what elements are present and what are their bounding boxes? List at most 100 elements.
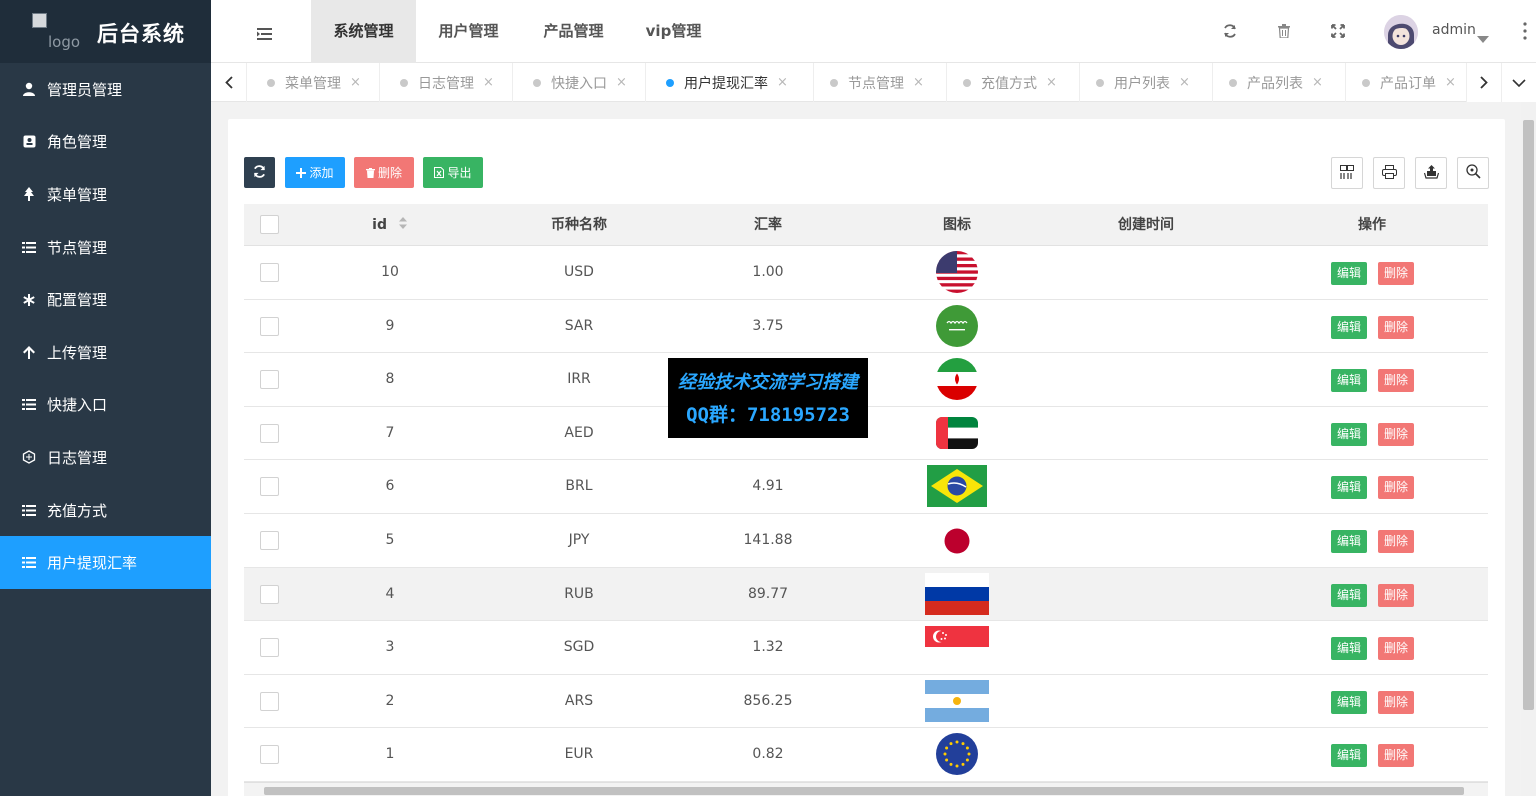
search-toggle-button[interactable] xyxy=(1457,157,1489,189)
tab-users[interactable]: 用户管理 xyxy=(416,0,521,63)
table-row[interactable]: 5 JPY 141.88 编辑 删除 xyxy=(244,514,1488,568)
delete-button[interactable]: 删除 xyxy=(354,157,414,188)
row-delete-button[interactable]: 删除 xyxy=(1378,583,1414,607)
row-checkbox[interactable] xyxy=(260,370,279,390)
table-row[interactable]: 3 SGD 1.32 编辑 删除 xyxy=(244,621,1488,675)
tabs-scroll-left-icon[interactable] xyxy=(211,63,247,102)
row-delete-button[interactable]: 删除 xyxy=(1378,315,1414,339)
print-button[interactable] xyxy=(1373,157,1405,189)
fullscreen-icon[interactable] xyxy=(1329,22,1347,40)
row-delete-button[interactable]: 删除 xyxy=(1378,262,1414,285)
row-delete-button[interactable]: 删除 xyxy=(1378,476,1414,500)
chevron-down-icon[interactable] xyxy=(1477,28,1489,47)
table-row[interactable]: 10 USD 1.00 编辑 删除 xyxy=(244,246,1488,300)
sort-icon[interactable] xyxy=(398,204,408,246)
row-delete-button[interactable]: 删除 xyxy=(1378,744,1414,768)
sidebar-item-upload[interactable]: 上传管理 xyxy=(0,326,211,379)
tab-node-manage[interactable]: 节点管理 × xyxy=(814,63,947,102)
table-row[interactable]: 6 BRL 4.91 编辑 删除 xyxy=(244,460,1488,514)
sidebar-item-recharge[interactable]: 充值方式 xyxy=(0,484,211,537)
avatar[interactable] xyxy=(1384,15,1418,49)
row-checkbox[interactable] xyxy=(260,477,279,497)
sidebar-item-log[interactable]: 日志管理 xyxy=(0,431,211,484)
tab-product-list[interactable]: 产品列表 × xyxy=(1213,63,1346,102)
edit-button[interactable]: 编辑 xyxy=(1331,476,1367,500)
sidebar-item-node[interactable]: 节点管理 xyxy=(0,221,211,274)
sidebar-item-admin[interactable]: 管理员管理 xyxy=(0,63,211,116)
eu-flag-icon xyxy=(936,733,978,779)
close-icon[interactable]: × xyxy=(777,75,788,90)
row-checkbox[interactable] xyxy=(260,691,279,711)
edit-button[interactable]: 编辑 xyxy=(1331,369,1367,393)
row-delete-button[interactable]: 删除 xyxy=(1378,637,1414,661)
edit-button[interactable]: 编辑 xyxy=(1331,690,1367,714)
edit-button[interactable]: 编辑 xyxy=(1331,262,1367,285)
tab-recharge[interactable]: 充值方式 × xyxy=(947,63,1080,102)
tabs-scroll-right-icon[interactable] xyxy=(1466,63,1501,102)
table-row[interactable]: 4 RUB 89.77 编辑 删除 xyxy=(244,567,1488,622)
edit-button[interactable]: 编辑 xyxy=(1331,422,1367,446)
edit-button[interactable]: 编辑 xyxy=(1331,530,1367,553)
tab-vip[interactable]: vip管理 xyxy=(626,0,721,63)
edit-button[interactable]: 编辑 xyxy=(1331,315,1367,339)
row-checkbox[interactable] xyxy=(260,745,279,765)
edit-button[interactable]: 编辑 xyxy=(1331,637,1367,661)
sidebar-item-label: 充值方式 xyxy=(47,501,108,520)
scrollbar-thumb[interactable] xyxy=(264,787,1464,795)
sidebar-item-menu[interactable]: 菜单管理 xyxy=(0,168,211,221)
sidebar-item-shortcut[interactable]: 快捷入口 xyxy=(0,379,211,432)
refresh-icon[interactable] xyxy=(1221,22,1239,40)
sidebar-item-role[interactable]: 角色管理 xyxy=(0,116,211,169)
row-checkbox[interactable] xyxy=(260,531,279,550)
sidebar-item-label: 角色管理 xyxy=(47,133,108,152)
close-icon[interactable]: × xyxy=(1445,75,1456,90)
table-row[interactable]: 1 EUR 0.82 编辑 删除 xyxy=(244,728,1488,782)
tab-menu-manage[interactable]: 菜单管理 × xyxy=(247,63,380,102)
refresh-table-button[interactable] xyxy=(244,157,275,188)
trash-icon[interactable] xyxy=(1275,22,1293,40)
select-all-checkbox[interactable] xyxy=(260,215,279,234)
tab-system[interactable]: 系统管理 xyxy=(311,0,416,63)
close-icon[interactable]: × xyxy=(350,75,361,90)
tab-product-orders[interactable]: 产品订单 × xyxy=(1346,63,1466,102)
tab-log-manage[interactable]: 日志管理 × xyxy=(380,63,513,102)
sidebar-item-config[interactable]: 配置管理 xyxy=(0,273,211,326)
tab-products[interactable]: 产品管理 xyxy=(521,0,626,63)
close-icon[interactable]: × xyxy=(1179,75,1190,90)
row-delete-button[interactable]: 删除 xyxy=(1378,422,1414,446)
tab-user-list[interactable]: 用户列表 × xyxy=(1080,63,1213,102)
row-checkbox[interactable] xyxy=(260,423,279,443)
sidebar-item-withdraw-rate[interactable]: 用户提现汇率 xyxy=(0,536,211,589)
row-delete-button[interactable]: 删除 xyxy=(1378,530,1414,553)
tab-withdraw-rate[interactable]: 用户提现汇率 × xyxy=(646,63,814,102)
row-checkbox[interactable] xyxy=(260,584,279,604)
column-header-id[interactable]: id xyxy=(296,204,484,246)
vertical-scrollbar[interactable] xyxy=(1521,102,1536,796)
tabs-menu-chevron-down-icon[interactable] xyxy=(1501,63,1536,102)
close-icon[interactable]: × xyxy=(1312,75,1323,90)
tab-shortcut[interactable]: 快捷入口 × xyxy=(513,63,646,102)
columns-toggle-button[interactable] xyxy=(1331,157,1363,189)
row-checkbox[interactable] xyxy=(260,638,279,658)
export-button[interactable]: 导出 xyxy=(423,157,483,188)
row-checkbox[interactable] xyxy=(260,316,279,336)
tab-dot xyxy=(267,78,275,87)
table-row[interactable]: 2 ARS 856.25 编辑 删除 xyxy=(244,674,1488,729)
row-checkbox[interactable] xyxy=(260,263,279,282)
row-delete-button[interactable]: 删除 xyxy=(1378,369,1414,393)
scrollbar-thumb[interactable] xyxy=(1523,120,1534,710)
edit-button[interactable]: 编辑 xyxy=(1331,744,1367,768)
user-name[interactable]: admin xyxy=(1432,22,1476,38)
row-delete-button[interactable]: 删除 xyxy=(1378,690,1414,714)
add-button[interactable]: 添加 xyxy=(285,157,345,188)
more-vertical-icon[interactable] xyxy=(1523,22,1527,44)
export-data-button[interactable] xyxy=(1415,157,1447,189)
horizontal-scrollbar[interactable] xyxy=(244,782,1488,796)
edit-button[interactable]: 编辑 xyxy=(1331,583,1367,607)
close-icon[interactable]: × xyxy=(616,75,627,90)
close-icon[interactable]: × xyxy=(483,75,494,90)
close-icon[interactable]: × xyxy=(1046,75,1057,90)
sidebar-toggle-icon[interactable] xyxy=(257,25,272,40)
table-row[interactable]: 9 SAR 3.75 编辑 删除 xyxy=(244,299,1488,354)
close-icon[interactable]: × xyxy=(913,75,924,90)
